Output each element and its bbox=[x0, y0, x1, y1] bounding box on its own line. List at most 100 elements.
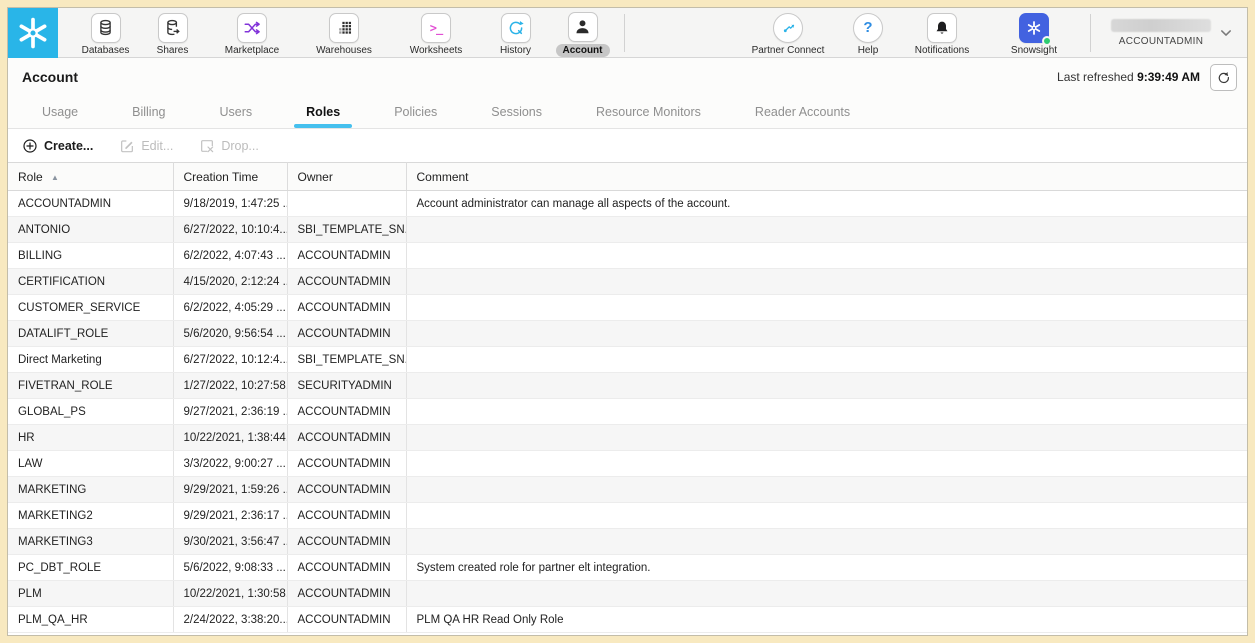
table-row[interactable]: Direct Marketing 6/27/2022, 10:12:4... S… bbox=[8, 347, 1247, 373]
secondary-nav-items: Partner Connect ? Help Notifications bbox=[736, 8, 1247, 57]
page-title: Account bbox=[22, 69, 78, 85]
owner-cell: SBI_TEMPLATE_SN... bbox=[287, 217, 406, 243]
user-menu[interactable]: ACCOUNTADMIN bbox=[1095, 19, 1247, 47]
roles-table: Role ▲ Creation Time Owner Comment ACCOU… bbox=[8, 162, 1247, 633]
nav-item-partner-connect[interactable]: Partner Connect bbox=[736, 10, 840, 56]
tab-roles[interactable]: Roles bbox=[300, 96, 346, 128]
last-refreshed-text: Last refreshed 9:39:49 AM bbox=[1057, 70, 1200, 84]
column-header-creation-time[interactable]: Creation Time bbox=[173, 163, 287, 191]
person-icon bbox=[568, 12, 598, 42]
shuffle-icon bbox=[237, 13, 267, 43]
snowflake-logo[interactable] bbox=[8, 8, 58, 58]
table-row[interactable]: ANTONIO 6/27/2022, 10:10:4... SBI_TEMPLA… bbox=[8, 217, 1247, 243]
column-header-role[interactable]: Role ▲ bbox=[8, 163, 173, 191]
primary-nav-items: Databases Shares bbox=[58, 8, 625, 57]
creation-time-cell: 4/15/2020, 2:12:24 ... bbox=[173, 269, 287, 295]
nav-label: Marketplace bbox=[225, 45, 279, 56]
creation-time-cell: 3/3/2022, 9:00:27 ... bbox=[173, 451, 287, 477]
nav-item-warehouses[interactable]: Warehouses bbox=[298, 10, 390, 56]
owner-cell: ACCOUNTADMIN bbox=[287, 321, 406, 347]
comment-cell bbox=[406, 295, 1247, 321]
owner-cell: ACCOUNTADMIN bbox=[287, 477, 406, 503]
role-cell: GLOBAL_PS bbox=[8, 399, 173, 425]
refresh-button[interactable] bbox=[1210, 64, 1237, 91]
tab-sessions[interactable]: Sessions bbox=[485, 96, 548, 128]
table-row[interactable]: CUSTOMER_SERVICE 6/2/2022, 4:05:29 ... A… bbox=[8, 295, 1247, 321]
comment-cell bbox=[406, 373, 1247, 399]
owner-cell: ACCOUNTADMIN bbox=[287, 503, 406, 529]
tab-billing[interactable]: Billing bbox=[126, 96, 171, 128]
owner-cell: ACCOUNTADMIN bbox=[287, 555, 406, 581]
comment-cell bbox=[406, 269, 1247, 295]
table-row[interactable]: MARKETING3 9/30/2021, 3:56:47 ... ACCOUN… bbox=[8, 529, 1247, 555]
nav-item-databases[interactable]: Databases bbox=[72, 10, 139, 56]
bell-icon bbox=[927, 13, 957, 43]
owner-cell: ACCOUNTADMIN bbox=[287, 295, 406, 321]
table-row[interactable]: MARKETING2 9/29/2021, 2:36:17 ... ACCOUN… bbox=[8, 503, 1247, 529]
table-row[interactable]: FIVETRAN_ROLE 1/27/2022, 10:27:58... SEC… bbox=[8, 373, 1247, 399]
edit-button[interactable]: Edit... bbox=[119, 138, 173, 154]
table-row[interactable]: PC_DBT_ROLE 5/6/2022, 9:08:33 ... ACCOUN… bbox=[8, 555, 1247, 581]
owner-cell: ACCOUNTADMIN bbox=[287, 425, 406, 451]
nav-item-worksheets[interactable]: >_ Worksheets bbox=[390, 10, 482, 56]
comment-cell bbox=[406, 425, 1247, 451]
table-row[interactable]: PLM_QA_HR 2/24/2022, 3:38:20... ACCOUNTA… bbox=[8, 607, 1247, 633]
tab-usage[interactable]: Usage bbox=[36, 96, 84, 128]
column-label: Comment bbox=[417, 170, 469, 184]
role-cell: PLM bbox=[8, 581, 173, 607]
nav-item-shares[interactable]: Shares bbox=[139, 10, 206, 56]
owner-cell: ACCOUNTADMIN bbox=[287, 529, 406, 555]
terminal-prompt-icon: >_ bbox=[421, 13, 451, 43]
table-row[interactable]: HR 10/22/2021, 1:38:44... ACCOUNTADMIN bbox=[8, 425, 1247, 451]
creation-time-cell: 6/27/2022, 10:12:4... bbox=[173, 347, 287, 373]
table-row[interactable]: CERTIFICATION 4/15/2020, 2:12:24 ... ACC… bbox=[8, 269, 1247, 295]
tab-resource-monitors[interactable]: Resource Monitors bbox=[590, 96, 707, 128]
creation-time-cell: 9/18/2019, 1:47:25 ... bbox=[173, 191, 287, 217]
role-cell: ACCOUNTADMIN bbox=[8, 191, 173, 217]
creation-time-cell: 6/2/2022, 4:05:29 ... bbox=[173, 295, 287, 321]
creation-time-cell: 9/30/2021, 3:56:47 ... bbox=[173, 529, 287, 555]
comment-cell bbox=[406, 399, 1247, 425]
table-row[interactable]: GLOBAL_PS 9/27/2021, 2:36:19 ... ACCOUNT… bbox=[8, 399, 1247, 425]
owner-cell: ACCOUNTADMIN bbox=[287, 581, 406, 607]
sort-ascending-icon: ▲ bbox=[51, 173, 59, 182]
tab-reader-accounts[interactable]: Reader Accounts bbox=[749, 96, 856, 128]
nav-item-marketplace[interactable]: Marketplace bbox=[206, 10, 298, 56]
column-header-comment[interactable]: Comment bbox=[406, 163, 1247, 191]
owner-cell: ACCOUNTADMIN bbox=[287, 243, 406, 269]
column-header-owner[interactable]: Owner bbox=[287, 163, 406, 191]
edit-pencil-icon bbox=[119, 138, 135, 154]
nav-item-help[interactable]: ? Help bbox=[840, 10, 896, 56]
table-row[interactable]: LAW 3/3/2022, 9:00:27 ... ACCOUNTADMIN bbox=[8, 451, 1247, 477]
nav-item-notifications[interactable]: Notifications bbox=[896, 10, 988, 56]
table-row[interactable]: BILLING 6/2/2022, 4:07:43 ... ACCOUNTADM… bbox=[8, 243, 1247, 269]
comment-cell: System created role for partner elt inte… bbox=[406, 555, 1247, 581]
owner-cell bbox=[287, 191, 406, 217]
nav-label: Partner Connect bbox=[752, 45, 825, 56]
creation-time-cell: 2/24/2022, 3:38:20... bbox=[173, 607, 287, 633]
plus-circle-icon bbox=[22, 138, 38, 154]
drop-button[interactable]: Drop... bbox=[199, 138, 259, 154]
nav-label: Worksheets bbox=[410, 45, 463, 56]
edit-label: Edit... bbox=[141, 139, 173, 153]
creation-time-cell: 6/27/2022, 10:10:4... bbox=[173, 217, 287, 243]
nav-label: Snowsight bbox=[1011, 45, 1057, 56]
current-role-label: ACCOUNTADMIN bbox=[1119, 36, 1204, 47]
table-row[interactable]: MARKETING 9/29/2021, 1:59:26 ... ACCOUNT… bbox=[8, 477, 1247, 503]
table-row[interactable]: ACCOUNTADMIN 9/18/2019, 1:47:25 ... Acco… bbox=[8, 191, 1247, 217]
nav-item-account[interactable]: Account bbox=[549, 9, 616, 57]
roles-table-container: Role ▲ Creation Time Owner Comment ACCOU… bbox=[8, 162, 1247, 635]
tab-policies[interactable]: Policies bbox=[388, 96, 443, 128]
nav-item-history[interactable]: History bbox=[482, 10, 549, 56]
table-row[interactable]: DATALIFT_ROLE 5/6/2020, 9:56:54 ... ACCO… bbox=[8, 321, 1247, 347]
tab-users[interactable]: Users bbox=[214, 96, 259, 128]
create-button[interactable]: Create... bbox=[22, 138, 93, 154]
owner-cell: ACCOUNTADMIN bbox=[287, 607, 406, 633]
online-status-dot bbox=[1042, 36, 1052, 46]
history-refresh-icon bbox=[501, 13, 531, 43]
table-row[interactable]: PLM 10/22/2021, 1:30:58... ACCOUNTADMIN bbox=[8, 581, 1247, 607]
creation-time-cell: 9/29/2021, 1:59:26 ... bbox=[173, 477, 287, 503]
account-tabs: Usage Billing Users Roles Policies Sessi… bbox=[8, 96, 1247, 129]
owner-cell: ACCOUNTADMIN bbox=[287, 269, 406, 295]
nav-item-snowsight[interactable]: Snowsight bbox=[988, 10, 1080, 56]
